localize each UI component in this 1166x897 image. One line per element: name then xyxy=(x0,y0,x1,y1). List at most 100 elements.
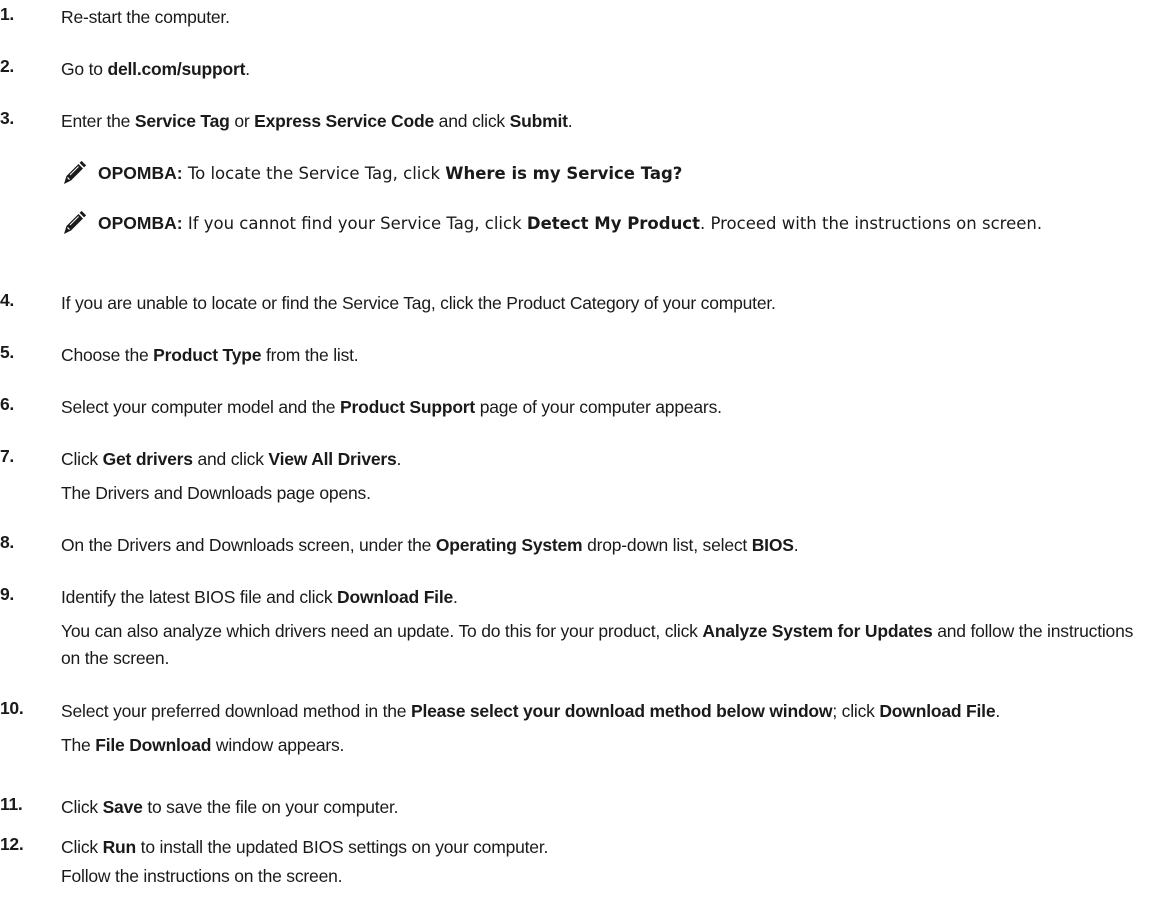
note-pencil-icon xyxy=(61,210,87,236)
step-main: Identify the latest BIOS file and click … xyxy=(61,587,458,607)
text-run: . xyxy=(995,701,1001,721)
step-text: If you are unable to locate or find the … xyxy=(61,290,1166,317)
text-run: If you cannot find your Service Tag, cli… xyxy=(182,214,527,233)
text-run: Select your computer model and the xyxy=(61,397,340,417)
step-number: 3. xyxy=(0,108,14,128)
note-pencil-icon xyxy=(61,160,87,186)
text-run: or xyxy=(229,111,255,131)
bold-term: Where is my Service Tag? xyxy=(445,164,683,183)
note-label: OPOMBA: xyxy=(98,213,183,233)
note-text: OPOMBA: To locate the Service Tag, click… xyxy=(98,160,1166,187)
step-text: Select your computer model and the Produ… xyxy=(61,394,1166,421)
step-main: Click Run to install the updated BIOS se… xyxy=(61,837,548,857)
bold-term: dell.com/support xyxy=(107,59,246,79)
text-run: Click xyxy=(61,837,103,857)
text-run: and click xyxy=(192,449,269,469)
step-text: Identify the latest BIOS file and click … xyxy=(61,584,1151,672)
step-2: 2. Go to dell.com/support. xyxy=(0,56,1166,83)
bold-term: Save xyxy=(102,797,143,817)
text-run: To locate the Service Tag, click xyxy=(182,164,446,183)
text-run: to install the updated BIOS settings on … xyxy=(136,837,549,857)
text-run: window appears. xyxy=(211,735,345,755)
step-text: On the Drivers and Downloads screen, und… xyxy=(61,532,1166,559)
note-1: OPOMBA: To locate the Service Tag, click… xyxy=(61,160,1166,187)
step-number: 4. xyxy=(0,290,14,310)
step-8: 8. On the Drivers and Downloads screen, … xyxy=(0,532,1166,559)
step-number: 8. xyxy=(0,532,14,552)
step-text: Select your preferred download method in… xyxy=(61,698,1151,759)
step-4: 4. If you are unable to locate or find t… xyxy=(0,290,1166,317)
step-1: 1. Re-start the computer. xyxy=(0,4,1166,31)
step-text: Click Run to install the updated BIOS se… xyxy=(61,834,1166,890)
text-run: Click xyxy=(61,449,103,469)
note-text: OPOMBA: If you cannot find your Service … xyxy=(98,210,1138,237)
step-11: 11. Click Save to save the file on your … xyxy=(0,794,1166,821)
text-run: If you are unable to locate or find the … xyxy=(61,293,776,313)
text-run: Choose the xyxy=(61,345,154,365)
bold-term: Download File xyxy=(337,587,454,607)
text-run: Click xyxy=(61,797,103,817)
step-number: 9. xyxy=(0,584,14,604)
step-result: Follow the instructions on the screen. xyxy=(61,863,1166,890)
step-number: 5. xyxy=(0,342,14,362)
step-3: 3. Enter the Service Tag or Express Serv… xyxy=(0,108,1166,135)
bold-term: BIOS xyxy=(751,535,794,555)
text-run: On the Drivers and Downloads screen, und… xyxy=(61,535,436,555)
bold-term: File Download xyxy=(95,735,212,755)
text-run: . xyxy=(567,111,573,131)
step-text: Enter the Service Tag or Express Service… xyxy=(61,108,1166,135)
step-number: 12. xyxy=(0,834,24,854)
text-run: to save the file on your computer. xyxy=(142,797,399,817)
bold-term: Download File xyxy=(879,701,996,721)
text-run: Go to xyxy=(61,59,108,79)
text-run: Re-start the computer. xyxy=(61,7,230,27)
bold-term: Service Tag xyxy=(134,111,230,131)
bold-term: Product Support xyxy=(340,397,476,417)
document-page: 1. Re-start the computer. 2. Go to dell.… xyxy=(0,0,1166,897)
text-run: . xyxy=(793,535,799,555)
step-12: 12. Click Run to install the updated BIO… xyxy=(0,834,1166,890)
text-run: Select your preferred download method in… xyxy=(61,701,411,721)
step-number: 1. xyxy=(0,4,14,24)
text-run: The xyxy=(61,735,96,755)
text-run: . Proceed with the instructions on scree… xyxy=(699,214,1043,233)
step-text: Choose the Product Type from the list. xyxy=(61,342,1166,369)
bold-term: Run xyxy=(102,837,137,857)
text-run: . xyxy=(245,59,250,79)
step-result: The File Download window appears. xyxy=(61,732,1151,759)
bold-term: Analyze System for Updates xyxy=(702,621,933,641)
step-text: Click Save to save the file on your comp… xyxy=(61,794,1166,821)
step-main: Select your preferred download method in… xyxy=(61,701,1000,721)
note-2: OPOMBA: If you cannot find your Service … xyxy=(61,210,1166,237)
bold-term: Get drivers xyxy=(102,449,193,469)
bold-term: View All Drivers xyxy=(268,449,397,469)
step-main: Click Get drivers and click View All Dri… xyxy=(61,449,401,469)
step-result: You can also analyze which drivers need … xyxy=(61,618,1151,672)
step-number: 6. xyxy=(0,394,14,414)
step-text: Click Get drivers and click View All Dri… xyxy=(61,446,1166,507)
step-9: 9. Identify the latest BIOS file and cli… xyxy=(0,584,1166,672)
text-run: Identify the latest BIOS file and click xyxy=(61,587,338,607)
bold-term: Express Service Code xyxy=(254,111,435,131)
text-run: Follow the instructions on the screen. xyxy=(61,866,343,886)
step-10: 10. Select your preferred download metho… xyxy=(0,698,1166,759)
bold-term: Please select your download method below… xyxy=(410,701,833,721)
text-run: The Drivers and Downloads page opens. xyxy=(61,483,371,503)
bold-term: Detect My Product xyxy=(526,214,700,233)
step-text: Go to dell.com/support. xyxy=(61,56,1166,83)
bold-term: Operating System xyxy=(435,535,583,555)
step-number: 10. xyxy=(0,698,24,718)
text-run: . xyxy=(453,587,458,607)
text-run: drop-down list, select xyxy=(582,535,752,555)
step-text: Re-start the computer. xyxy=(61,4,1166,31)
text-run: from the list. xyxy=(261,345,359,365)
step-number: 11. xyxy=(0,794,23,814)
note-body: If you cannot find your Service Tag, cli… xyxy=(182,214,1043,233)
bold-term: Submit xyxy=(509,111,568,131)
step-result: The Drivers and Downloads page opens. xyxy=(61,480,1166,507)
note-label: OPOMBA: xyxy=(98,163,183,183)
step-number: 2. xyxy=(0,56,14,76)
step-number: 7. xyxy=(0,446,14,466)
step-5: 5. Choose the Product Type from the list… xyxy=(0,342,1166,369)
text-run: Enter the xyxy=(61,111,135,131)
